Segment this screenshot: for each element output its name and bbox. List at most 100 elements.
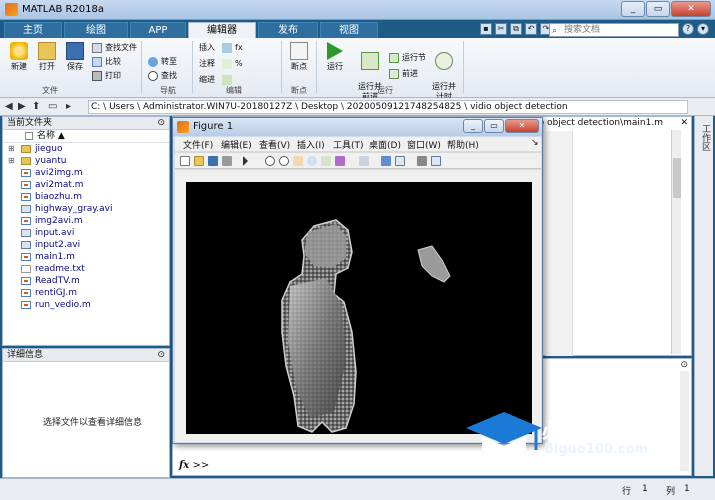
print-figure-icon[interactable]: [222, 156, 232, 166]
find-button[interactable]: 查找: [148, 70, 177, 82]
figure-maximize-button[interactable]: ▭: [484, 119, 504, 133]
close-button[interactable]: ✕: [671, 1, 711, 17]
forward-icon[interactable]: ▶: [18, 101, 26, 112]
save-button[interactable]: 保存: [62, 42, 88, 72]
save-icon[interactable]: ▪: [480, 23, 492, 35]
maximize-button[interactable]: ▭: [646, 1, 670, 17]
insert-func-button[interactable]: fx: [222, 42, 243, 54]
colorbar-icon[interactable]: [381, 156, 391, 166]
breakpoints-button[interactable]: 断点: [286, 42, 312, 72]
name-column-header[interactable]: 名称 ▲: [3, 130, 169, 143]
print-button[interactable]: 打印: [92, 70, 121, 82]
editor-tab[interactable]: o object detection\main1.m: [539, 117, 663, 130]
up-folder-icon[interactable]: ⬆: [32, 101, 40, 112]
data-cursor-icon[interactable]: [321, 156, 331, 166]
file-item[interactable]: readme.txt: [3, 263, 169, 275]
link-plot-icon[interactable]: [359, 156, 369, 166]
current-path[interactable]: C: \ Users \ Administrator.WIN7U-2018012…: [88, 100, 688, 114]
panel-close-icon[interactable]: ✕: [680, 118, 688, 128]
collapse-ribbon-icon[interactable]: ▾: [697, 23, 709, 35]
figure-menu-edit[interactable]: 编辑(E): [221, 138, 252, 151]
search-input[interactable]: ⌕ 搜索文档: [549, 23, 679, 37]
file-item[interactable]: biaozhu.m: [3, 191, 169, 203]
file-item[interactable]: ReadTV.m: [3, 275, 169, 287]
back-icon[interactable]: ◀: [5, 101, 13, 112]
rotate-icon[interactable]: [307, 156, 317, 166]
file-item[interactable]: avi2img.m: [3, 167, 169, 179]
save-figure-icon[interactable]: [208, 156, 218, 166]
image-axes[interactable]: [186, 182, 532, 434]
figure-menu-window[interactable]: 窗口(W): [407, 138, 441, 151]
figure-window[interactable]: Figure 1 _ ▭ ✕ 文件(F) 编辑(E) 查看(V) 插入(I) 工…: [172, 117, 543, 444]
small-blob: [417, 245, 451, 283]
new-figure-icon[interactable]: [180, 156, 190, 166]
copy-icon[interactable]: ⧉: [510, 23, 522, 35]
pan-hand-icon[interactable]: [293, 156, 303, 166]
minimize-button[interactable]: _: [621, 1, 645, 17]
cmd-scrollbar[interactable]: [680, 371, 689, 471]
open-button[interactable]: 打开: [34, 42, 60, 72]
figure-menu-dock-icon[interactable]: ↘: [531, 138, 539, 148]
figure-menu-file[interactable]: 文件(F): [183, 138, 213, 151]
find-files-button[interactable]: 查找文件: [92, 42, 137, 54]
details-menu-icon[interactable]: ⊙: [157, 349, 165, 362]
zoom-in-icon[interactable]: [265, 156, 275, 166]
figure-menu-help[interactable]: 帮助(H): [447, 138, 479, 151]
run-section-button[interactable]: 运行节: [389, 52, 426, 64]
file-item[interactable]: avi2mat.m: [3, 179, 169, 191]
brush-icon[interactable]: [335, 156, 345, 166]
figure-menu-desktop[interactable]: 桌面(D): [369, 138, 401, 151]
tab-view[interactable]: 视图: [320, 22, 378, 38]
run-time-button[interactable]: 运行并 计时: [428, 42, 460, 102]
cmd-menu-icon[interactable]: ⊙: [680, 360, 688, 370]
browse-icon[interactable]: ▸: [66, 101, 71, 112]
workspace-sidebar[interactable]: 工作区: [694, 116, 713, 476]
figure-menu-insert[interactable]: 插入(I): [297, 138, 325, 151]
compare-button[interactable]: 比较: [92, 56, 121, 68]
figure-minimize-button[interactable]: _: [463, 119, 483, 133]
tab-publish[interactable]: 发布: [258, 22, 318, 38]
expand-icon[interactable]: ⊞: [8, 143, 15, 155]
tab-home[interactable]: 主页: [4, 22, 62, 38]
file-item[interactable]: input.avi: [3, 227, 169, 239]
file-item[interactable]: rentiGJ.m: [3, 287, 169, 299]
file-item[interactable]: highway_gray.avi: [3, 203, 169, 215]
tab-plots[interactable]: 绘图: [64, 22, 128, 38]
file-item[interactable]: img2avi.m: [3, 215, 169, 227]
goto-button[interactable]: 转至: [148, 56, 177, 68]
expand-icon[interactable]: ⊞: [8, 155, 15, 167]
hide-tools-icon[interactable]: [417, 156, 427, 166]
new-button[interactable]: 新建: [6, 42, 32, 72]
undo-icon[interactable]: ↶: [525, 23, 537, 35]
run-button[interactable]: 运行: [322, 42, 348, 72]
open-file-icon[interactable]: [194, 156, 204, 166]
scrollbar-thumb[interactable]: [673, 158, 681, 198]
dock-figure-icon[interactable]: [431, 156, 441, 166]
file-item[interactable]: input2.avi: [3, 239, 169, 251]
figure-menu-view[interactable]: 查看(V): [259, 138, 290, 151]
command-prompt[interactable]: fx >>: [179, 460, 209, 471]
panel-menu-icon[interactable]: ⊙: [157, 117, 165, 130]
comment-percent-button[interactable]: %: [222, 58, 243, 70]
file-item[interactable]: ⊞ yuantu: [3, 155, 169, 167]
cut-icon[interactable]: ✂: [495, 23, 507, 35]
advance-button[interactable]: 前进: [389, 68, 418, 80]
tab-editor[interactable]: 编辑器: [188, 22, 256, 38]
figure-menu-tools[interactable]: 工具(T): [333, 138, 364, 151]
pointer-icon[interactable]: [243, 156, 248, 166]
editor-scrollbar[interactable]: [671, 130, 681, 354]
tab-apps[interactable]: APP: [130, 22, 186, 38]
zoom-out-icon[interactable]: [279, 156, 289, 166]
figure-close-button[interactable]: ✕: [505, 119, 539, 133]
indent-button[interactable]: 缩进: [199, 74, 215, 86]
select-all-checkbox[interactable]: [25, 132, 33, 140]
file-item[interactable]: run_vedio.m: [3, 299, 169, 311]
comment-button[interactable]: 注释: [199, 58, 215, 70]
file-item[interactable]: ⊞ jieguo: [3, 143, 169, 155]
file-item[interactable]: main1.m: [3, 251, 169, 263]
figure-titlebar[interactable]: Figure 1 _ ▭ ✕: [173, 118, 542, 136]
folder-icon[interactable]: ▭: [48, 101, 57, 112]
insert-button[interactable]: 插入: [199, 42, 215, 54]
legend-icon[interactable]: [395, 156, 405, 166]
help-icon[interactable]: ?: [682, 23, 694, 35]
